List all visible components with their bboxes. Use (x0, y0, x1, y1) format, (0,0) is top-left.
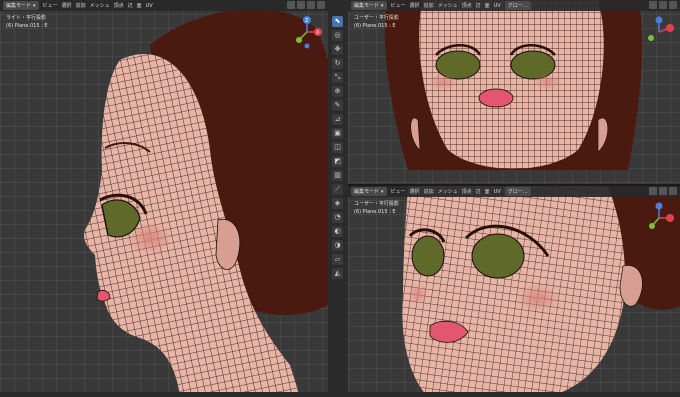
menu-select[interactable]: 選択 (410, 2, 420, 9)
view-name: ユーザー・平行投影 (354, 201, 399, 207)
shading-solid-icon[interactable] (669, 187, 677, 195)
menu-edge[interactable]: 辺 (128, 2, 133, 9)
menu-vertex[interactable]: 頂点 (462, 2, 472, 9)
viewport-bottom-right[interactable]: 編集モード ▾ ビュー 選択 追加 メッシュ 頂点 辺 面 UV グロー… ユー… (348, 186, 680, 397)
menu-mesh[interactable]: メッシュ (438, 2, 458, 9)
viewport-bottom-right-info: ユーザー・平行投影 (6) Plane.015 : E (354, 200, 399, 216)
menu-view[interactable]: ビュー (43, 2, 58, 9)
menu-face[interactable]: 面 (485, 2, 490, 9)
extrude-tool-icon[interactable]: ▣ (332, 128, 343, 139)
menu-edge[interactable]: 辺 (476, 188, 481, 195)
move-tool-icon[interactable]: ✥ (332, 44, 343, 55)
rip-tool-icon[interactable]: ◭ (332, 268, 343, 279)
view-name: ライト・平行投影 (6, 15, 47, 21)
loopcut-tool-icon[interactable]: ▥ (332, 170, 343, 181)
orientation-label: グロー… (507, 3, 528, 9)
overlay-toggle-icon[interactable] (287, 1, 295, 9)
rotate-tool-icon[interactable]: ↻ (332, 58, 343, 69)
xray-toggle-icon[interactable] (659, 1, 667, 9)
shading-solid-icon[interactable] (669, 1, 677, 9)
view-name: ユーザー・平行投影 (354, 15, 399, 21)
viewport-bottom-right-header: 編集モード ▾ ビュー 選択 追加 メッシュ 頂点 辺 面 UV グロー… (348, 186, 680, 197)
head-mesh-perspective-view (402, 186, 680, 397)
menu-face[interactable]: 面 (137, 2, 142, 9)
x-axis-icon[interactable] (666, 214, 674, 222)
orientation-label: グロー… (507, 189, 528, 195)
y-axis-icon[interactable] (649, 223, 655, 229)
smooth-tool-icon[interactable]: ◐ (332, 226, 343, 237)
orientation-dropdown[interactable]: グロー… (504, 187, 531, 196)
measure-tool-icon[interactable]: ⊿ (332, 114, 343, 125)
z-axis-icon[interactable] (655, 202, 663, 210)
menu-vertex[interactable]: 頂点 (114, 2, 124, 9)
navigation-gizmo[interactable]: X Z (290, 14, 324, 54)
overlay-toggle-icon[interactable] (649, 187, 657, 195)
shear-tool-icon[interactable]: ▱ (332, 254, 343, 265)
mode-dropdown[interactable]: 編集モード ▾ (351, 1, 387, 10)
y-axis-icon[interactable] (648, 35, 654, 41)
menu-select[interactable]: 選択 (62, 2, 72, 9)
mode-label: 編集モード (354, 189, 380, 195)
menu-add[interactable]: 追加 (424, 188, 434, 195)
mode-label: 編集モード (6, 3, 32, 9)
shading-material-icon[interactable] (317, 1, 325, 9)
overlay-toggle-icon[interactable] (649, 1, 657, 9)
shrink-tool-icon[interactable]: ◑ (332, 240, 343, 251)
menu-mesh[interactable]: メッシュ (438, 188, 458, 195)
chevron-down-icon: ▾ (381, 2, 384, 9)
transform-tool-icon[interactable]: ⊕ (332, 86, 343, 97)
select-tool-icon[interactable]: ⬉ (332, 16, 343, 27)
menu-add[interactable]: 追加 (424, 2, 434, 9)
menu-uv[interactable]: UV (146, 3, 153, 9)
gizmo-z-label: Z (305, 18, 309, 24)
inset-tool-icon[interactable]: ◫ (332, 142, 343, 153)
orientation-dropdown[interactable]: グロー… (504, 1, 531, 10)
chevron-down-icon: ▾ (381, 188, 384, 195)
polybuild-tool-icon[interactable]: ◈ (332, 198, 343, 209)
menu-view[interactable]: ビュー (391, 2, 406, 9)
object-name: (6) Plane.015 : E (354, 209, 396, 215)
viewport-left-info: ライト・平行投影 (6) Plane.015 : E (6, 14, 48, 30)
spin-tool-icon[interactable]: ◔ (332, 212, 343, 223)
viewport-top-right[interactable]: 編集モード ▾ ビュー 選択 追加 メッシュ 頂点 辺 面 UV グロー… ユー… (348, 0, 680, 184)
chevron-down-icon: ▾ (33, 2, 36, 9)
mode-dropdown[interactable]: 編集モード ▾ (3, 1, 39, 10)
shading-solid-icon[interactable] (307, 1, 315, 9)
viewport-top-right-header: 編集モード ▾ ビュー 選択 追加 メッシュ 頂点 辺 面 UV グロー… (348, 0, 680, 11)
x-axis-icon[interactable] (666, 24, 674, 32)
viewport-left-header: 編集モード ▾ ビュー 選択 追加 メッシュ 頂点 辺 面 UV (0, 0, 328, 11)
xray-toggle-icon[interactable] (297, 1, 305, 9)
tool-list: ⬉ ◎ ✥ ↻ ⤡ ⊕ ✎ ⊿ ▣ ◫ ◩ ▥ ⟋ ◈ ◔ ◐ ◑ ▱ ◭ (332, 16, 344, 279)
bevel-tool-icon[interactable]: ◩ (332, 156, 343, 167)
head-mesh-side-view (84, 8, 328, 397)
status-strip (0, 392, 328, 397)
object-name: (6) Plane.015 : E (354, 23, 396, 29)
menu-face[interactable]: 面 (485, 188, 490, 195)
menu-add[interactable]: 追加 (76, 2, 86, 9)
mode-label: 編集モード (354, 3, 380, 9)
knife-tool-icon[interactable]: ⟋ (332, 184, 343, 195)
z-axis-icon[interactable] (655, 16, 663, 24)
y-axis-icon[interactable] (296, 37, 302, 43)
gizmo-x-label: X (316, 30, 320, 36)
cursor-tool-icon[interactable]: ◎ (332, 30, 343, 41)
status-strip (348, 392, 680, 397)
viewport-top-right-info: ユーザー・平行投影 (6) Plane.015 : E (354, 14, 399, 30)
toolbar: ⬉ ◎ ✥ ↻ ⤡ ⊕ ✎ ⊿ ▣ ◫ ◩ ▥ ⟋ ◈ ◔ ◐ ◑ ▱ ◭ (328, 0, 348, 397)
navigation-gizmo[interactable] (642, 200, 676, 240)
xray-toggle-icon[interactable] (659, 187, 667, 195)
menu-edge[interactable]: 辺 (476, 2, 481, 9)
object-name: (6) Plane.015 : E (6, 23, 48, 29)
menu-select[interactable]: 選択 (410, 188, 420, 195)
menu-view[interactable]: ビュー (391, 188, 406, 195)
menu-uv[interactable]: UV (494, 189, 501, 195)
annotate-tool-icon[interactable]: ✎ (332, 100, 343, 111)
scale-tool-icon[interactable]: ⤡ (332, 72, 343, 83)
menu-uv[interactable]: UV (494, 3, 501, 9)
menu-mesh[interactable]: メッシュ (90, 2, 110, 9)
mode-dropdown[interactable]: 編集モード ▾ (351, 187, 387, 196)
navigation-gizmo[interactable] (642, 14, 676, 54)
menu-vertex[interactable]: 頂点 (462, 188, 472, 195)
viewport-left[interactable]: 編集モード ▾ ビュー 選択 追加 メッシュ 頂点 辺 面 UV ライト・平行投… (0, 0, 328, 397)
